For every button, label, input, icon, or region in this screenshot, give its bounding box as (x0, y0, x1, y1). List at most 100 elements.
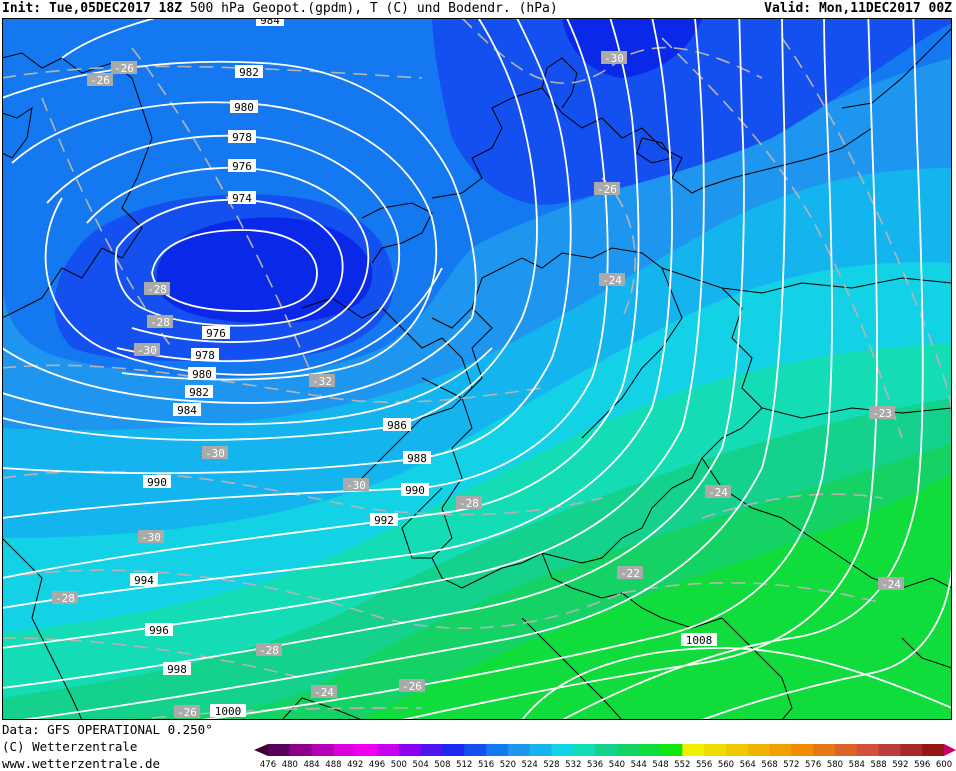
colorbar-swatch (420, 744, 443, 756)
pressure-label-974: 974 (228, 191, 256, 205)
colorbar-swatch (507, 744, 531, 756)
colorbar-swatch (529, 744, 552, 756)
data-source: Data: GFS OPERATIONAL 0.250° (2, 722, 213, 737)
colorbar-swatch (900, 744, 923, 756)
weather-chart: Init: Tue,05DEC2017 18Z 500 hPa Geopot.(… (0, 0, 956, 771)
valid-value: Mon,11DEC2017 00Z (818, 1, 952, 16)
svg-text:998: 998 (167, 663, 187, 676)
temp-label: -30 (601, 51, 627, 65)
colorbar-tick-label: 508 (434, 760, 450, 770)
colorbar-swatch (486, 744, 509, 756)
temp-label: -24 (599, 273, 625, 287)
colorbar-tick-label: 480 (282, 760, 298, 770)
pressure-label-984-bottom: 984 (173, 403, 201, 417)
svg-text:-30: -30 (346, 479, 366, 492)
pressure-label-976-bottom: 976 (202, 326, 230, 340)
svg-text:-30: -30 (604, 52, 624, 65)
svg-text:-24: -24 (602, 274, 622, 287)
colorbar-tick-label: 500 (391, 760, 407, 770)
colorbar-swatch (311, 744, 334, 756)
colorbar-tick-label: 488 (325, 760, 341, 770)
header-right: Valid: Mon,11DEC2017 00Z (764, 0, 952, 18)
pressure-label-988: 988 (403, 451, 431, 465)
colorbar-tick-label: 524 (522, 760, 538, 770)
colorbar-tick-label: 516 (478, 760, 494, 770)
pressure-label-998: 998 (163, 662, 191, 676)
colorbar-swatch (660, 744, 683, 756)
colorbar-tick-label: 588 (870, 760, 886, 770)
colorbar-swatch (638, 744, 662, 756)
colorbar-ticks: 476 480 484 488 492 496 500 504 508 512 516 520 524 5… (260, 760, 952, 770)
svg-text:984: 984 (177, 404, 197, 417)
svg-text:-28: -28 (55, 592, 75, 605)
svg-text:-28: -28 (147, 283, 167, 296)
svg-text:986: 986 (387, 419, 407, 432)
temp-label: -28 (147, 315, 173, 329)
svg-text:-28: -28 (150, 316, 170, 329)
colorbar-swatch (442, 744, 465, 756)
svg-text:982: 982 (189, 386, 209, 399)
colorbar-swatch (551, 744, 574, 756)
temp-label: -26 (594, 182, 620, 196)
colorbar-swatch (289, 744, 313, 756)
svg-text:-23: -23 (872, 407, 892, 420)
colorbar-tick-label: 592 (892, 760, 908, 770)
svg-text:980: 980 (234, 101, 254, 114)
temp-label: -28 (144, 282, 170, 296)
colorbar-tick-label: 552 (674, 760, 690, 770)
colorbar-tick-label: 548 (652, 760, 668, 770)
pressure-label-986: 986 (383, 418, 411, 432)
temp-label: -24 (311, 685, 337, 699)
svg-text:984: 984 (260, 18, 280, 27)
colorbar-tick-label: 576 (805, 760, 821, 770)
colorbar-swatch (573, 744, 596, 756)
website: www.wetterzentrale.de (2, 756, 161, 771)
colorbar-tick-label: 568 (761, 760, 777, 770)
colorbar-tick-label: 540 (609, 760, 625, 770)
valid-label: Valid: (764, 1, 812, 16)
pressure-label-978-top: 978 (228, 130, 256, 144)
pressure-label-1000: 1000 (210, 704, 246, 718)
colorbar-tick-label: 596 (914, 760, 930, 770)
temp-label: -28 (256, 643, 282, 657)
colorbar-tick-label: 600 (936, 760, 952, 770)
colorbar-swatch (769, 744, 792, 756)
svg-text:-28: -28 (459, 497, 479, 510)
svg-text:988: 988 (407, 452, 427, 465)
colorbar-tick-label: 484 (303, 760, 319, 770)
svg-text:-30: -30 (205, 447, 225, 460)
init-value: Tue,05DEC2017 18Z (48, 1, 183, 16)
map-area: 984 982 980 978 976 974 976 978 980 982 … (2, 18, 952, 720)
colorbar-tick-label: 564 (740, 760, 756, 770)
svg-text:-24: -24 (881, 578, 901, 591)
colorbar-tick-label: 512 (456, 760, 472, 770)
svg-text:990: 990 (405, 484, 425, 497)
svg-text:-30: -30 (137, 344, 157, 357)
colorbar-swatch (878, 744, 901, 756)
temp-label: -26 (174, 705, 200, 719)
colorbar: 476 480 484 488 492 496 500 504 508 512 516 520 524 5… (254, 744, 956, 770)
colorbar-tick-label: 520 (500, 760, 516, 770)
colorbar-swatch (682, 744, 705, 756)
pressure-label-1008: 1008 (681, 633, 717, 647)
init-label: Init: (2, 1, 42, 16)
pressure-label-990-left: 990 (143, 475, 171, 489)
colorbar-tick-label: 544 (631, 760, 647, 770)
temp-label: -32 (309, 374, 335, 388)
copyright: (C) Wetterzentrale (2, 739, 138, 754)
temp-label: -28 (456, 496, 482, 510)
svg-text:974: 974 (232, 192, 252, 205)
pressure-label-980-top: 980 (230, 100, 258, 114)
svg-text:980: 980 (192, 368, 212, 381)
colorbar-tick-label: 584 (849, 760, 865, 770)
svg-text:-26: -26 (90, 74, 110, 87)
colorbar-tick-label: 572 (783, 760, 799, 770)
svg-text:-32: -32 (312, 375, 332, 388)
svg-text:-24: -24 (708, 486, 728, 499)
svg-text:-22: -22 (620, 567, 640, 580)
temp-label: -30 (343, 478, 369, 492)
colorbar-swatch (355, 744, 378, 756)
colorbar-swatches (254, 744, 956, 756)
colorbar-tick-label: 532 (565, 760, 581, 770)
colorbar-swatch (398, 744, 422, 756)
